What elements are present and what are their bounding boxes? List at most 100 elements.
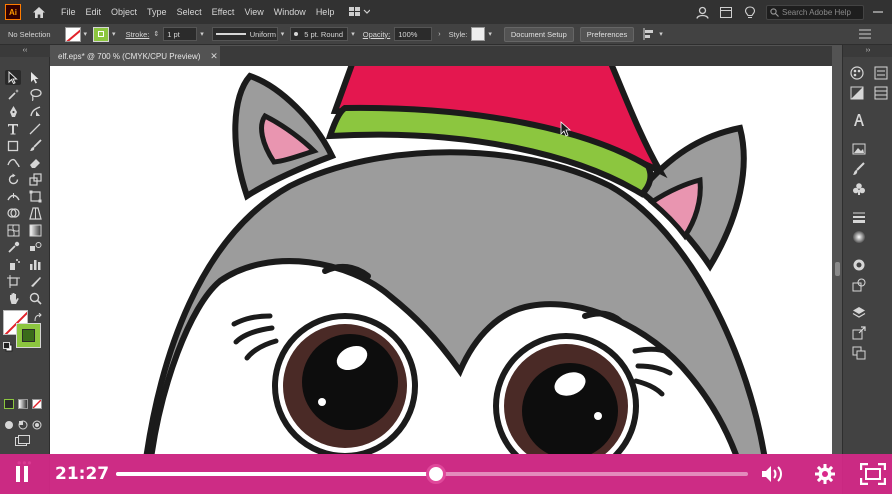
blend-tool-icon[interactable] (27, 240, 43, 255)
lightbulb-icon[interactable] (742, 4, 758, 20)
stepper-icon[interactable]: ⇕ (153, 30, 159, 38)
chevron-down-icon[interactable]: ▾ (112, 30, 116, 38)
lasso-tool-icon[interactable] (27, 87, 43, 102)
close-icon[interactable]: ✕ (208, 50, 220, 62)
gradient-panel-icon[interactable] (851, 229, 867, 245)
scale-tool-icon[interactable] (27, 172, 43, 187)
chevron-down-icon[interactable]: ▾ (84, 30, 88, 38)
gradient-mode-icon[interactable] (18, 399, 28, 409)
opacity-field[interactable]: 100% (394, 27, 433, 41)
slice-tool-icon[interactable] (27, 274, 43, 289)
none-mode-icon[interactable] (32, 399, 42, 409)
layers-stack-icon[interactable] (851, 305, 867, 321)
menu-file[interactable]: File (61, 7, 76, 17)
chevron-down-icon[interactable]: ▾ (488, 30, 492, 38)
mesh-tool-icon[interactable] (5, 223, 21, 238)
stroke-color-swatch[interactable] (93, 26, 110, 42)
export-icon[interactable] (851, 325, 867, 341)
screen-mode-icon[interactable] (15, 434, 31, 446)
brushes-panel-icon[interactable] (851, 161, 867, 177)
pen-tool-icon[interactable] (5, 104, 21, 119)
brush-select[interactable]: 5 pt. Round (290, 27, 349, 41)
hand-tool-icon[interactable] (5, 291, 21, 306)
paintbrush-tool-icon[interactable] (27, 138, 43, 153)
minimize-icon[interactable] (870, 4, 886, 20)
panel-menu-icon[interactable] (858, 28, 872, 40)
layers-panel-icon[interactable] (873, 85, 889, 101)
stroke-color-box[interactable] (16, 323, 41, 348)
seek-bar-thumb[interactable] (425, 464, 446, 484)
draw-normal-icon[interactable] (4, 417, 14, 429)
symbol-sprayer-tool-icon[interactable] (5, 257, 21, 272)
color-panel-icon[interactable] (849, 65, 865, 81)
chevron-down-icon[interactable]: ▾ (659, 30, 663, 38)
settings-button[interactable] (812, 462, 838, 486)
swap-colors-icon[interactable] (33, 310, 43, 322)
menu-effect[interactable]: Effect (212, 7, 235, 17)
line-segment-tool-icon[interactable] (27, 121, 43, 136)
symbols-panel-icon[interactable] (851, 181, 867, 197)
menu-edit[interactable]: Edit (86, 7, 102, 17)
magic-wand-tool-icon[interactable] (5, 87, 21, 102)
direct-selection-tool-icon[interactable] (27, 70, 43, 85)
rotate-tool-icon[interactable] (5, 172, 21, 187)
menu-view[interactable]: View (244, 7, 263, 17)
vertical-scrollbar-thumb[interactable] (835, 262, 840, 276)
shaper-tool-icon[interactable] (5, 155, 21, 170)
chevron-right-icon[interactable]: › (438, 31, 440, 38)
column-graph-tool-icon[interactable] (27, 257, 43, 272)
draw-inside-icon[interactable] (32, 417, 42, 430)
collapse-panel-icon[interactable]: ›› (843, 45, 892, 57)
image-trace-panel-icon[interactable] (851, 141, 867, 157)
pause-button[interactable] (12, 464, 32, 484)
width-tool-icon[interactable] (5, 189, 21, 204)
document-setup-button[interactable]: Document Setup (503, 26, 574, 42)
chevron-down-icon[interactable]: ▾ (200, 30, 204, 38)
opacity-label[interactable]: Opacity: (363, 30, 391, 39)
color-guide-panel-icon[interactable] (849, 85, 865, 101)
volume-button[interactable] (760, 462, 786, 486)
document-tab[interactable]: elf.eps* @ 700 % (CMYK/CPU Preview) ✕ (50, 46, 220, 66)
transparency-panel-icon[interactable] (851, 257, 867, 273)
fullscreen-button[interactable] (860, 462, 886, 486)
free-transform-tool-icon[interactable] (27, 189, 43, 204)
color-mode-icon[interactable] (4, 399, 14, 409)
eyedropper-tool-icon[interactable] (5, 240, 21, 255)
fill-color-swatch[interactable] (64, 26, 81, 42)
graphic-style-swatch[interactable] (471, 27, 486, 41)
arrange-documents-icon[interactable] (718, 4, 734, 20)
curvature-tool-icon[interactable] (27, 104, 43, 119)
artboard-tool-icon[interactable] (5, 274, 21, 289)
default-colors-icon[interactable] (3, 339, 13, 352)
menu-window[interactable]: Window (274, 7, 306, 17)
character-panel-icon[interactable] (851, 112, 867, 128)
artboards-panel-icon[interactable] (851, 345, 867, 361)
type-tool-icon[interactable] (5, 121, 21, 136)
menu-help[interactable]: Help (316, 7, 335, 17)
eraser-tool-icon[interactable] (27, 155, 43, 170)
stroke-panel-icon[interactable] (851, 209, 867, 225)
chevron-down-icon[interactable]: ▾ (351, 30, 355, 38)
rectangle-tool-icon[interactable] (5, 138, 21, 153)
appearance-panel-icon[interactable] (851, 277, 867, 293)
help-search-input[interactable]: Search Adobe Help (766, 4, 864, 20)
preferences-button[interactable]: Preferences (579, 26, 635, 42)
workspace-switcher-icon[interactable] (348, 5, 371, 19)
stroke-profile-select[interactable]: Uniform (211, 27, 278, 41)
stroke-label[interactable]: Stroke: (126, 30, 150, 39)
menu-object[interactable]: Object (111, 7, 137, 17)
perspective-grid-tool-icon[interactable] (27, 206, 43, 221)
stroke-weight-field[interactable]: 1 pt (163, 27, 198, 41)
align-icon[interactable] (642, 27, 656, 41)
menu-type[interactable]: Type (147, 7, 167, 17)
shape-builder-tool-icon[interactable] (5, 206, 21, 221)
chevron-down-icon[interactable]: ▾ (281, 30, 285, 38)
menu-select[interactable]: Select (177, 7, 202, 17)
selection-tool-icon[interactable] (5, 70, 21, 85)
account-icon[interactable] (694, 4, 710, 20)
seek-bar[interactable] (116, 464, 748, 484)
vertical-scrollbar[interactable] (832, 46, 842, 454)
gradient-tool-icon[interactable] (27, 223, 43, 238)
home-icon[interactable] (31, 4, 47, 20)
zoom-tool-icon[interactable] (27, 291, 43, 306)
